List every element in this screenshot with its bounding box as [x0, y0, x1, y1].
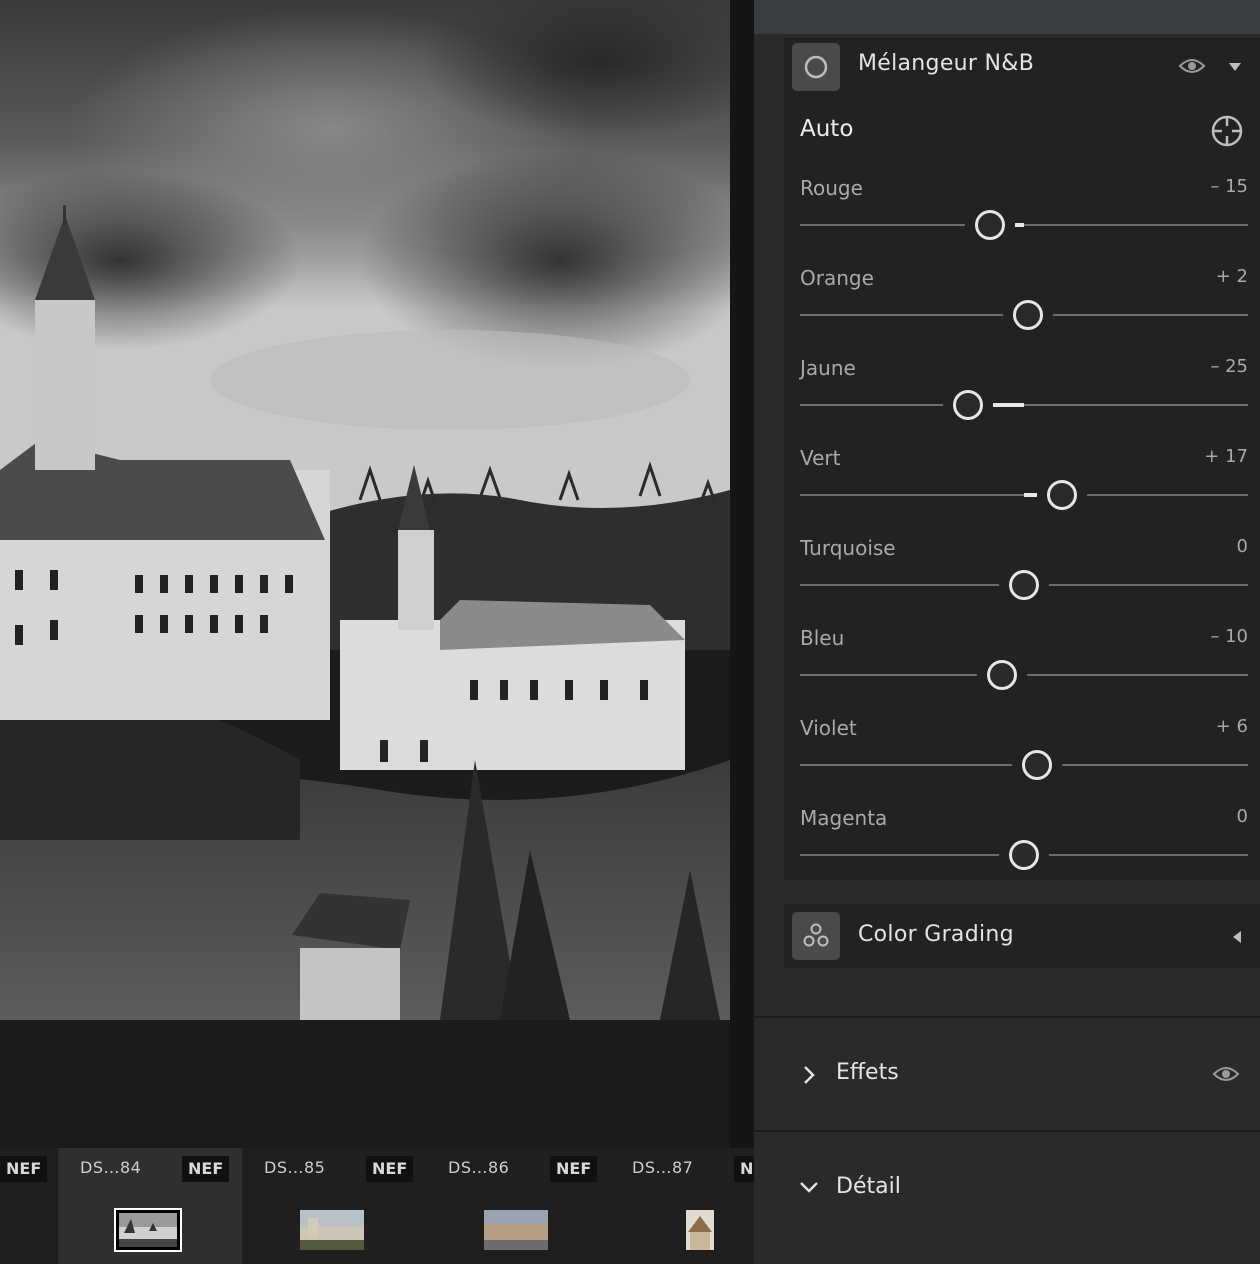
slider-track[interactable] — [800, 404, 1248, 406]
slider-label: Jaune — [800, 356, 856, 380]
slider-knob[interactable] — [1009, 570, 1039, 600]
slider-label: Rouge — [800, 176, 863, 200]
slider-knob[interactable] — [1022, 750, 1053, 780]
thumbnail[interactable] — [300, 1210, 364, 1250]
slider-vert[interactable]: Vert + 17 — [800, 446, 1248, 536]
section-title: Mélangeur N&B — [858, 51, 1035, 76]
thumbnail[interactable] — [686, 1210, 714, 1250]
color-grading-section[interactable]: Color Grading — [784, 904, 1260, 968]
slider-knob[interactable] — [986, 660, 1017, 690]
slider-label: Vert — [800, 446, 841, 470]
section-title: Color Grading — [858, 922, 1014, 947]
detail-title[interactable]: Détail — [836, 1174, 901, 1199]
slider-label: Magenta — [800, 806, 888, 830]
thumbnail[interactable] — [114, 1208, 182, 1252]
thumbnail[interactable] — [484, 1210, 548, 1250]
eye-icon[interactable] — [1178, 56, 1206, 76]
slider-orange[interactable]: Orange + 2 — [800, 266, 1248, 356]
section-divider — [754, 1016, 1260, 1018]
auto-button[interactable]: Auto — [800, 116, 853, 142]
slider-jaune[interactable]: Jaune – 25 — [800, 356, 1248, 446]
slider-label: Bleu — [800, 626, 845, 650]
chevron-down-icon[interactable] — [798, 1180, 820, 1194]
slider-label: Violet — [800, 716, 857, 740]
slider-magenta[interactable]: Magenta 0 — [800, 806, 1248, 896]
slider-value[interactable]: – 25 — [1210, 356, 1248, 377]
format-badge: N — [734, 1156, 754, 1182]
slider-knob[interactable] — [1009, 840, 1039, 870]
slider-value[interactable]: + 17 — [1204, 446, 1248, 467]
eye-icon[interactable] — [1212, 1064, 1240, 1084]
slider-knob[interactable] — [975, 210, 1006, 240]
slider-knob[interactable] — [953, 390, 983, 420]
chevron-right-icon[interactable] — [802, 1064, 816, 1086]
triangle-down-icon[interactable] — [1228, 62, 1242, 72]
slider-rouge[interactable]: Rouge – 15 — [800, 176, 1248, 266]
filmstrip-cell[interactable]: NEF — [0, 1148, 58, 1264]
file-name: DS…87 — [632, 1158, 694, 1177]
slider-value[interactable]: 0 — [1237, 806, 1248, 827]
format-badge: NEF — [182, 1156, 230, 1182]
castle-photo — [0, 0, 730, 1020]
file-name: DS…85 — [264, 1158, 326, 1177]
panel-top-bar — [754, 0, 1260, 34]
panel-divider[interactable] — [730, 0, 754, 1148]
color-grading-icon-box[interactable] — [792, 912, 840, 960]
slider-value[interactable]: – 15 — [1210, 176, 1248, 197]
filmstrip-cell[interactable]: DS…86 NEF — [426, 1148, 610, 1264]
slider-track[interactable] — [800, 224, 1248, 226]
slider-value[interactable]: + 2 — [1216, 266, 1248, 287]
format-badge: NEF — [366, 1156, 414, 1182]
filmstrip: NEF DS…84 NEF DS…85 NEF DS…86 NEF DS…87 … — [0, 1148, 754, 1264]
crosshair-icon[interactable] — [1210, 114, 1244, 148]
section-divider — [754, 1130, 1260, 1132]
filmstrip-cell[interactable]: DS…87 N — [610, 1148, 754, 1264]
filmstrip-cell-selected[interactable]: DS…84 NEF — [58, 1148, 242, 1264]
triangle-left-icon[interactable] — [1232, 930, 1242, 944]
effets-title[interactable]: Effets — [836, 1060, 899, 1085]
slider-turquoise[interactable]: Turquoise 0 — [800, 536, 1248, 626]
edit-panel: Mélangeur N&B Auto Rouge – 15 Orange + 2 Jau… — [754, 0, 1260, 1264]
slider-label: Turquoise — [800, 536, 896, 560]
slider-value[interactable]: + 6 — [1216, 716, 1248, 737]
file-name: DS…84 — [80, 1158, 142, 1177]
slider-value[interactable]: – 10 — [1210, 626, 1248, 647]
slider-violet[interactable]: Violet + 6 — [800, 716, 1248, 806]
bw-mixer-section: Mélangeur N&B Auto Rouge – 15 Orange + 2 Jau… — [784, 38, 1260, 880]
slider-label: Orange — [800, 266, 874, 290]
slider-knob[interactable] — [1013, 300, 1044, 330]
circle-icon — [804, 55, 828, 79]
bw-mixer-header[interactable]: Mélangeur N&B — [784, 38, 1260, 94]
file-name: DS…86 — [448, 1158, 510, 1177]
format-badge: NEF — [0, 1156, 48, 1182]
three-circles-icon — [803, 923, 829, 947]
slider-value[interactable]: 0 — [1237, 536, 1248, 557]
photo-preview[interactable] — [0, 0, 730, 1020]
format-badge: NEF — [550, 1156, 598, 1182]
bw-mixer-icon-box[interactable] — [792, 43, 840, 91]
filmstrip-cell[interactable]: DS…85 NEF — [242, 1148, 426, 1264]
slider-knob[interactable] — [1047, 480, 1078, 510]
photo-viewer — [0, 0, 754, 1148]
slider-bleu[interactable]: Bleu – 10 — [800, 626, 1248, 716]
